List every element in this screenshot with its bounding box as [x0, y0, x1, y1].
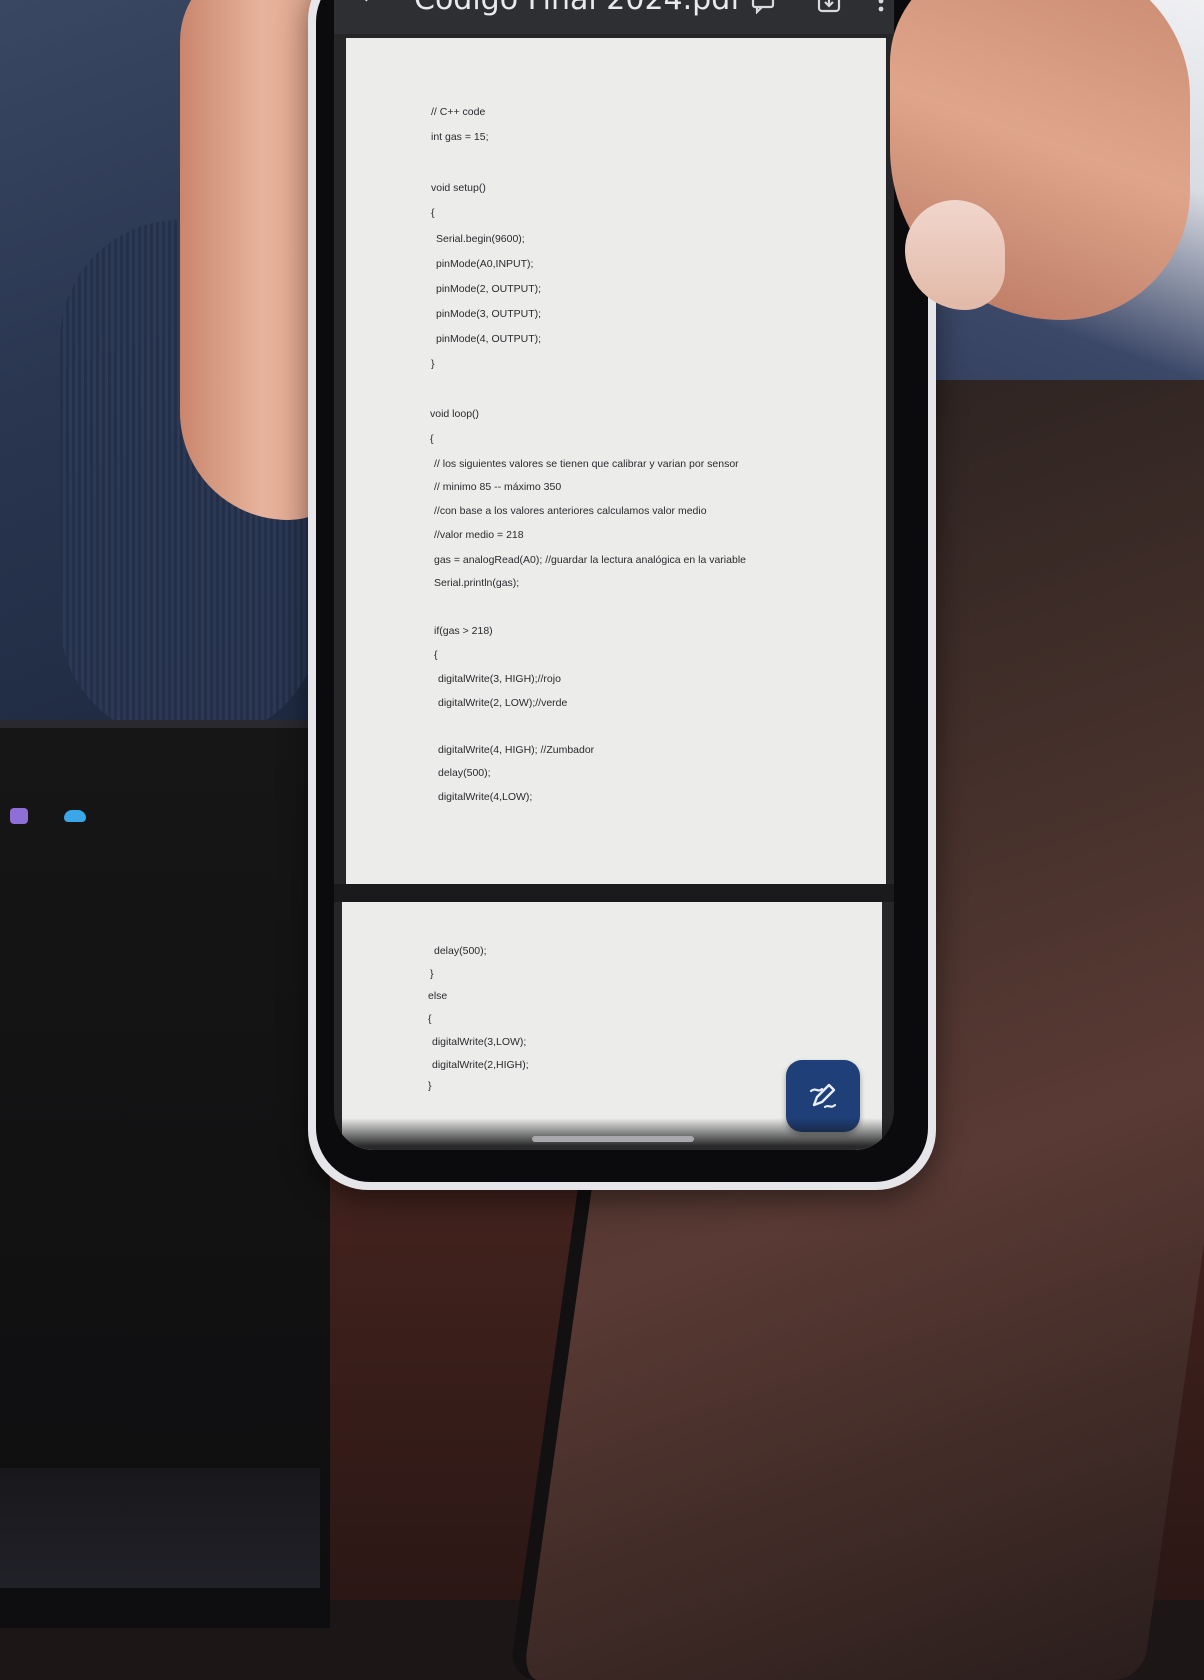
save-to-drive-icon[interactable] [816, 0, 842, 14]
pdf-viewer-app-bar: ← Codigo Final 2024.pdf [334, 0, 894, 34]
code-line: { [430, 433, 434, 445]
code-line: { [428, 1013, 432, 1025]
phone-device: ← Codigo Final 2024.pdf [308, 0, 936, 1190]
code-line: delay(500); [438, 767, 491, 779]
code-line: void setup() [431, 182, 486, 194]
code-line: void loop() [430, 408, 480, 420]
gesture-nav-handle[interactable] [532, 1136, 694, 1142]
code-line: pinMode(4, OUTPUT); [436, 333, 542, 345]
page-separator [334, 884, 894, 902]
code-line: gas = analogRead(A0); //guardar la lectu… [434, 554, 746, 566]
code-line: digitalWrite(4, HIGH); //Zumbador [438, 744, 595, 756]
code-line: // C++ code [431, 106, 486, 118]
screen-bottom-edge [334, 1118, 894, 1150]
laptop-background [0, 720, 330, 1628]
more-vertical-icon[interactable] [874, 0, 888, 14]
code-line: digitalWrite(2, LOW);//verde [438, 697, 568, 709]
code-line: pinMode(2, OUTPUT); [436, 283, 542, 295]
code-line: } [430, 968, 434, 980]
code-line: } [428, 1080, 432, 1092]
code-line: delay(500); [434, 945, 487, 957]
code-line: digitalWrite(2,HIGH); [432, 1059, 529, 1071]
arrow-left-icon[interactable]: ← [360, 0, 384, 9]
comment-icon[interactable] [750, 0, 776, 15]
code-line: // los siguientes valores se tienen que … [434, 458, 739, 470]
code-line: { [434, 649, 438, 661]
code-line: //con base a los valores anteriores calc… [434, 505, 707, 517]
code-line: pinMode(A0,INPUT); [436, 258, 534, 270]
code-line: Serial.println(gas); [434, 577, 520, 589]
laptop-app-icon [10, 808, 28, 824]
code-line: digitalWrite(3,LOW); [432, 1036, 527, 1048]
document-title: Codigo Final 2024.pdf [414, 0, 741, 18]
phone-bezel: ← Codigo Final 2024.pdf [316, 0, 928, 1182]
code-line: { [431, 207, 435, 219]
edit-pen-icon [809, 1083, 837, 1109]
code-line: if(gas > 218) [434, 625, 493, 637]
code-line: int gas = 15; [431, 131, 489, 143]
code-line: // minimo 85 -- máximo 350 [434, 481, 562, 493]
phone-screen: ← Codigo Final 2024.pdf [334, 0, 894, 1150]
code-line: digitalWrite(3, HIGH);//rojo [438, 673, 561, 685]
code-line: } [431, 358, 435, 370]
code-line: pinMode(3, OUTPUT); [436, 308, 542, 320]
pdf-page-1[interactable]: // C++ code int gas = 15; void setup() {… [346, 38, 886, 884]
code-line: Serial.begin(9600); [436, 233, 525, 245]
code-line: //valor medio = 218 [434, 529, 524, 541]
laptop-cloud-icon [64, 810, 86, 822]
code-line: digitalWrite(4,LOW); [438, 791, 533, 803]
code-line: else [428, 990, 448, 1002]
laptop-taskbar [0, 1468, 320, 1588]
